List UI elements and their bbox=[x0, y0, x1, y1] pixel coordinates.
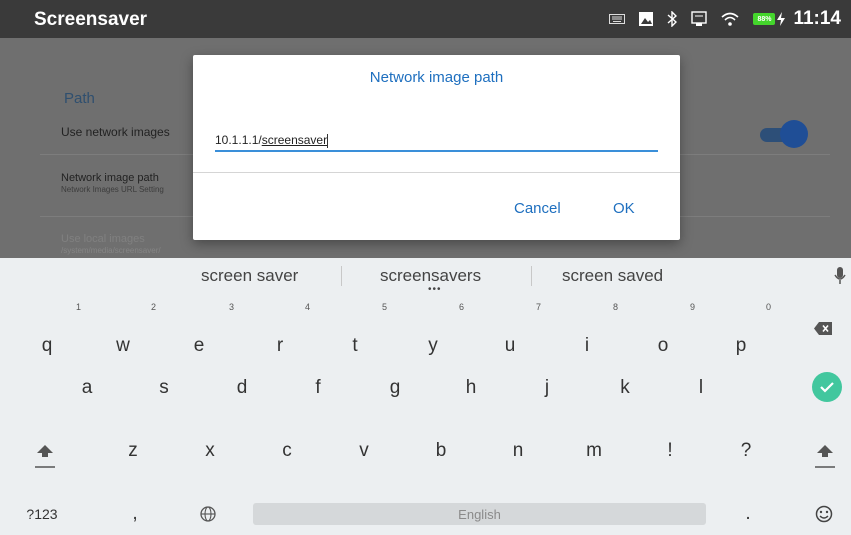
key-n[interactable]: n bbox=[503, 433, 533, 469]
text-caret bbox=[327, 133, 329, 148]
bluetooth-icon bbox=[667, 11, 678, 27]
checkmark-icon bbox=[820, 382, 834, 393]
dialog-title: Network image path bbox=[369, 69, 504, 86]
network-path-input[interactable]: 10.1.1.1/screensaver bbox=[215, 132, 658, 152]
key-s[interactable]: s bbox=[149, 370, 179, 406]
shift-arrow-icon bbox=[35, 445, 55, 468]
key-t[interactable]: t bbox=[340, 328, 370, 364]
key-e[interactable]: e bbox=[184, 328, 214, 364]
use-network-images-label[interactable]: Use network images bbox=[61, 125, 170, 139]
key-z[interactable]: z bbox=[118, 433, 148, 469]
suggestion-divider bbox=[341, 266, 342, 286]
key-m[interactable]: m bbox=[579, 433, 609, 469]
key-k[interactable]: k bbox=[610, 370, 640, 406]
key-h[interactable]: h bbox=[456, 370, 486, 406]
key-f[interactable]: f bbox=[303, 370, 333, 406]
network-image-path-dialog: Network image path 10.1.1.1/screensaver … bbox=[193, 55, 680, 240]
network-image-path-summary: Network Images URL Setting bbox=[61, 185, 164, 194]
local-images-path: /system/media/screensaver/ bbox=[61, 246, 161, 255]
status-bar: Screensaver 88% 11:14 bbox=[0, 0, 851, 38]
key-a[interactable]: a bbox=[72, 370, 102, 406]
shift-arrow-icon bbox=[815, 445, 835, 468]
app-title: Screensaver bbox=[34, 9, 148, 30]
network-images-toggle[interactable] bbox=[760, 120, 808, 150]
key-b[interactable]: b bbox=[426, 433, 456, 469]
globe-icon[interactable] bbox=[198, 503, 218, 525]
symbols-key[interactable]: ?123 bbox=[22, 502, 62, 526]
input-prefix: 10.1.1.1/ bbox=[215, 133, 262, 147]
suggestion-item[interactable]: screen saver bbox=[201, 266, 298, 286]
clock: 11:14 bbox=[793, 8, 841, 29]
key-hint-number: 4 bbox=[305, 302, 311, 312]
network-image-path-title[interactable]: Network image path bbox=[61, 172, 159, 184]
battery-icon: 88% bbox=[753, 13, 776, 25]
ethernet-icon bbox=[691, 11, 708, 27]
keyboard-icon bbox=[609, 14, 626, 24]
suggestion-strip: screen saver screensavers ••• screen sav… bbox=[0, 258, 851, 295]
suggestion-item[interactable]: screensavers bbox=[380, 266, 481, 286]
key-x[interactable]: x bbox=[195, 433, 225, 469]
suggestion-divider bbox=[531, 266, 532, 286]
space-bar[interactable]: English bbox=[253, 503, 706, 525]
key-question[interactable]: ? bbox=[731, 433, 761, 469]
key-hint-number: 7 bbox=[536, 302, 542, 312]
key-hint-number: 1 bbox=[76, 302, 82, 312]
soft-keyboard: screen saver screensavers ••• screen sav… bbox=[0, 258, 851, 535]
use-local-images-label[interactable]: Use local images bbox=[61, 233, 145, 245]
key-j[interactable]: j bbox=[532, 370, 562, 406]
cancel-button[interactable]: Cancel bbox=[514, 200, 561, 217]
shift-left-key[interactable] bbox=[30, 438, 60, 474]
key-hint-number: 2 bbox=[151, 302, 157, 312]
key-i[interactable]: i bbox=[572, 328, 602, 364]
suggestion-item[interactable]: screen saved bbox=[562, 266, 663, 286]
key-c[interactable]: c bbox=[272, 433, 302, 469]
key-r[interactable]: r bbox=[265, 328, 295, 364]
key-y[interactable]: y bbox=[418, 328, 448, 364]
microphone-icon[interactable] bbox=[830, 264, 850, 288]
comma-key[interactable]: , bbox=[125, 502, 145, 526]
enter-key[interactable] bbox=[812, 372, 842, 402]
ok-button[interactable]: OK bbox=[613, 200, 635, 217]
key-hint-number: 6 bbox=[459, 302, 465, 312]
key-hint-number: 9 bbox=[690, 302, 696, 312]
key-hint-number: 3 bbox=[229, 302, 235, 312]
dialog-divider bbox=[193, 172, 680, 173]
wifi-icon bbox=[721, 12, 739, 26]
shift-right-key[interactable] bbox=[810, 438, 840, 474]
key-p[interactable]: p bbox=[726, 328, 756, 364]
period-key[interactable]: . bbox=[738, 502, 758, 526]
key-o[interactable]: o bbox=[648, 328, 678, 364]
backspace-icon[interactable] bbox=[808, 313, 838, 343]
key-hint-number: 5 bbox=[382, 302, 388, 312]
section-header: Path bbox=[64, 90, 95, 107]
more-suggestions-dots[interactable]: ••• bbox=[428, 284, 442, 295]
input-underlined-word: screensaver bbox=[261, 133, 328, 147]
key-v[interactable]: v bbox=[349, 433, 379, 469]
image-icon bbox=[639, 12, 654, 26]
key-hint-number: 0 bbox=[766, 302, 772, 312]
key-hint-number: 8 bbox=[613, 302, 619, 312]
status-icons: 88% 11:14 bbox=[609, 0, 851, 38]
charging-icon bbox=[777, 12, 786, 26]
key-q[interactable]: q bbox=[32, 328, 62, 364]
key-d[interactable]: d bbox=[227, 370, 257, 406]
key-w[interactable]: w bbox=[108, 328, 138, 364]
emoji-icon[interactable] bbox=[812, 502, 836, 526]
key-u[interactable]: u bbox=[495, 328, 525, 364]
key-l[interactable]: l bbox=[686, 370, 716, 406]
key-exclamation[interactable]: ! bbox=[655, 433, 685, 469]
key-g[interactable]: g bbox=[380, 370, 410, 406]
